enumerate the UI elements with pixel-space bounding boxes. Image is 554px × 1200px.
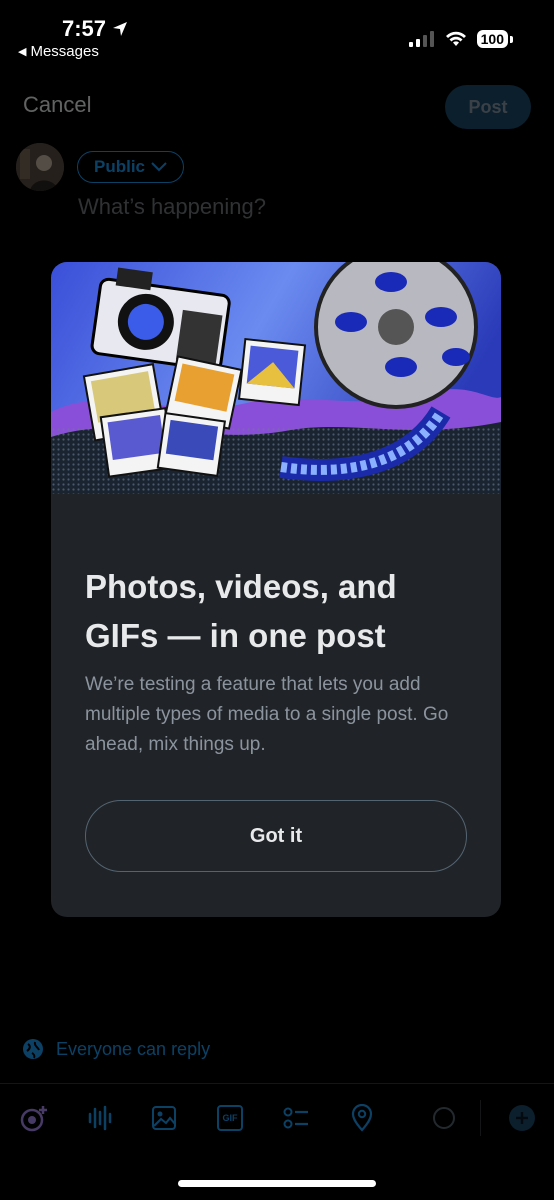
divider xyxy=(0,1083,554,1084)
status-indicators: 100 xyxy=(408,30,514,48)
avatar-image xyxy=(16,143,64,191)
battery-indicator: 100 xyxy=(476,30,514,48)
back-app-label: Messages xyxy=(30,43,99,60)
media-illustration xyxy=(51,262,501,494)
media-feature-modal: Photos, videos, and GIFs — in one post W… xyxy=(51,262,501,917)
audience-label: Public xyxy=(94,157,146,176)
got-it-button[interactable]: Got it xyxy=(85,800,467,872)
gif-icon-label: GIF xyxy=(222,1113,238,1123)
avatar[interactable] xyxy=(16,143,64,191)
add-post-icon[interactable] xyxy=(506,1102,538,1134)
location-icon[interactable] xyxy=(346,1102,378,1134)
chevron-down-icon xyxy=(151,162,167,172)
poll-icon[interactable] xyxy=(280,1102,312,1134)
gif-icon[interactable]: GIF xyxy=(214,1102,246,1134)
audience-selector[interactable]: Public xyxy=(77,151,185,183)
compose-toolbar: GIF xyxy=(0,1090,554,1150)
cancel-button[interactable]: Cancel xyxy=(23,92,91,118)
back-triangle-icon: ◀ xyxy=(18,46,27,58)
reply-setting-label: Everyone can reply xyxy=(56,1038,211,1059)
wifi-icon xyxy=(445,31,466,46)
back-to-app-link[interactable]: ◀ Messages xyxy=(18,43,99,60)
clock: 7:57 xyxy=(62,16,128,42)
compose-input[interactable]: What’s happening? xyxy=(78,194,266,220)
modal-description: We’re testing a feature that lets you ad… xyxy=(85,674,449,755)
clock-text: 7:57 xyxy=(62,16,107,41)
modal-title: Photos, videos, and GIFs — in one post xyxy=(85,568,397,654)
image-icon[interactable] xyxy=(148,1102,180,1134)
home-indicator xyxy=(178,1180,376,1187)
reply-setting-button[interactable]: Everyone can reply xyxy=(22,1038,210,1060)
location-arrow-icon xyxy=(113,22,128,36)
signal-icon xyxy=(408,31,434,47)
post-button[interactable]: Post xyxy=(445,85,531,129)
spaces-icon[interactable] xyxy=(18,1102,50,1134)
globe-icon xyxy=(23,1039,43,1059)
audio-icon[interactable] xyxy=(84,1102,116,1134)
toolbar-divider xyxy=(480,1100,481,1136)
status-bar: 7:57 ◀ Messages 100 xyxy=(0,0,554,66)
char-counter-ring xyxy=(428,1102,460,1134)
